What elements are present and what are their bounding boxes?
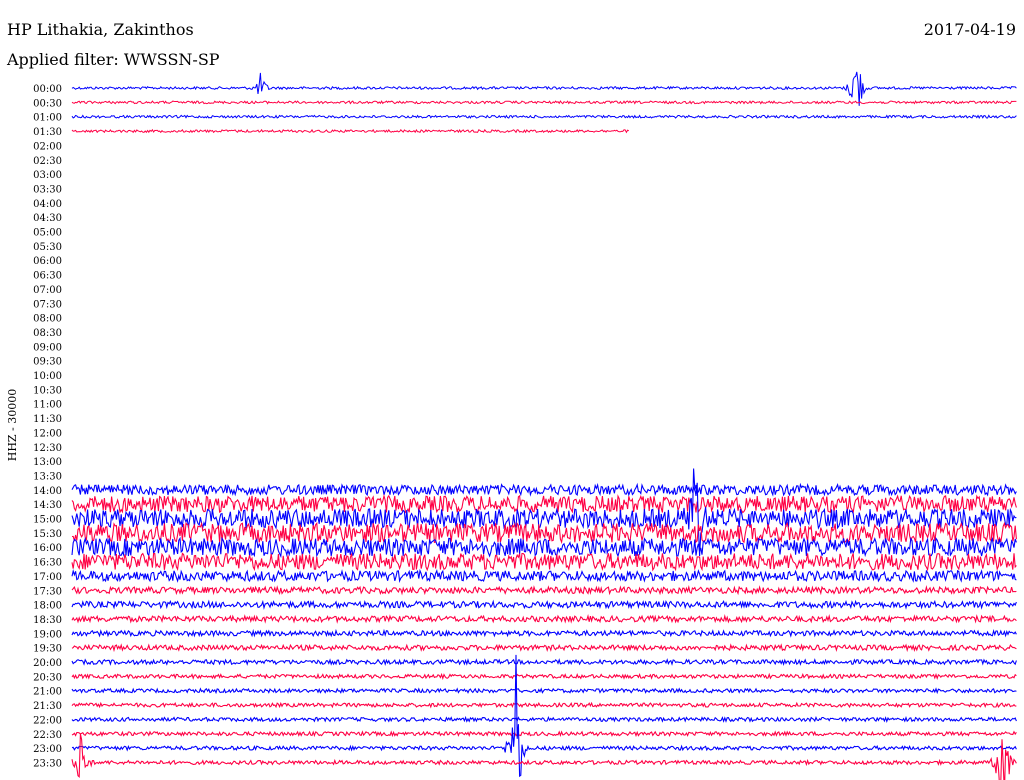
time-tick-label: 22:30 [33,730,62,741]
trace-line-2330 [71,733,1017,780]
trace-line-2000 [71,658,1017,666]
time-tick-label: 09:30 [33,357,62,368]
time-tick-label: 17:00 [33,572,62,583]
trace-line-2130 [71,701,1017,709]
trace-line-1800 [71,599,1017,610]
time-tick-label: 05:30 [33,242,62,253]
time-tick-label: 18:00 [33,601,62,612]
time-tick-label: 08:00 [33,314,62,325]
time-tick-label: 03:00 [33,170,62,181]
trace-line-1930 [71,643,1017,653]
trace-line-1730 [71,585,1017,596]
trace-line-1830 [71,613,1017,624]
time-tick-label: 03:30 [33,184,62,195]
trace-line-2300 [71,654,1017,778]
time-tick-label: 06:30 [33,271,62,282]
trace-line-1700 [71,568,1017,584]
time-tick-label: 21:00 [33,687,62,698]
trace-line-1630 [71,552,1017,572]
trace-line-1900 [71,628,1017,638]
time-tick-label: 16:00 [33,543,62,554]
time-tick-label: 23:30 [33,758,62,769]
time-tick-label: 00:30 [33,98,62,109]
trace-line-1400 [71,482,1017,497]
time-tick-label: 17:30 [33,586,62,597]
time-tick-label: 15:30 [33,529,62,540]
time-tick-label: 22:00 [33,715,62,726]
time-tick-label: 20:30 [33,672,62,683]
trace-line-0100 [71,114,1017,119]
trace-line-0130 [71,128,630,134]
time-tick-label: 02:00 [33,141,62,152]
time-tick-label: 00:00 [33,84,62,95]
time-tick-label: 07:30 [33,299,62,310]
time-tick-label: 02:30 [33,156,62,167]
time-tick-label: 12:30 [33,443,62,454]
trace-line-1500 [71,468,1017,557]
time-tick-label: 05:00 [33,228,62,239]
time-tick-label: 13:00 [33,457,62,468]
time-tick-label: 13:30 [33,471,62,482]
time-tick-label: 04:30 [33,213,62,224]
time-tick-label: 11:30 [33,414,62,425]
trace-line-2200 [71,715,1017,723]
time-tick-label: 09:00 [33,342,62,353]
trace-line-1600 [71,536,1017,559]
time-tick-label: 19:00 [33,629,62,640]
time-tick-labels: 00:00 00:30 01:00 01:30 02:00 02:30 03:00 03:30… [33,84,62,769]
time-tick-label: 04:00 [33,199,62,210]
trace-line-0030 [71,100,1017,105]
time-tick-label: 19:30 [33,644,62,655]
time-tick-label: 23:00 [33,744,62,755]
time-tick-label: 11:00 [33,400,62,411]
time-tick-label: 18:30 [33,615,62,626]
time-tick-label: 14:00 [33,486,62,497]
time-tick-label: 08:30 [33,328,62,339]
time-tick-label: 12:00 [33,428,62,439]
time-tick-label: 21:30 [33,701,62,712]
trace-line-0000 [71,71,1017,106]
seismogram-chart: HHZ - 30000 00:00 00:30 01:00 01:30 02:00 02:… [6,71,1017,780]
time-tick-label: 10:30 [33,385,62,396]
trace-line-2230 [71,730,1017,738]
time-tick-label: 10:00 [33,371,62,382]
time-tick-label: 01:30 [33,127,62,138]
trace-group [71,71,1017,780]
time-tick-label: 15:00 [33,515,62,526]
time-tick-label: 07:00 [33,285,62,296]
time-tick-label: 20:00 [33,658,62,669]
time-tick-label: 14:30 [33,500,62,511]
time-tick-label: 06:00 [33,256,62,267]
trace-line-1430 [71,493,1017,515]
trace-line-2100 [71,687,1017,695]
time-tick-label: 01:00 [33,113,62,124]
trace-line-2030 [71,672,1017,681]
time-tick-label: 16:30 [33,558,62,569]
y-axis-label: HHZ - 30000 [6,389,19,462]
